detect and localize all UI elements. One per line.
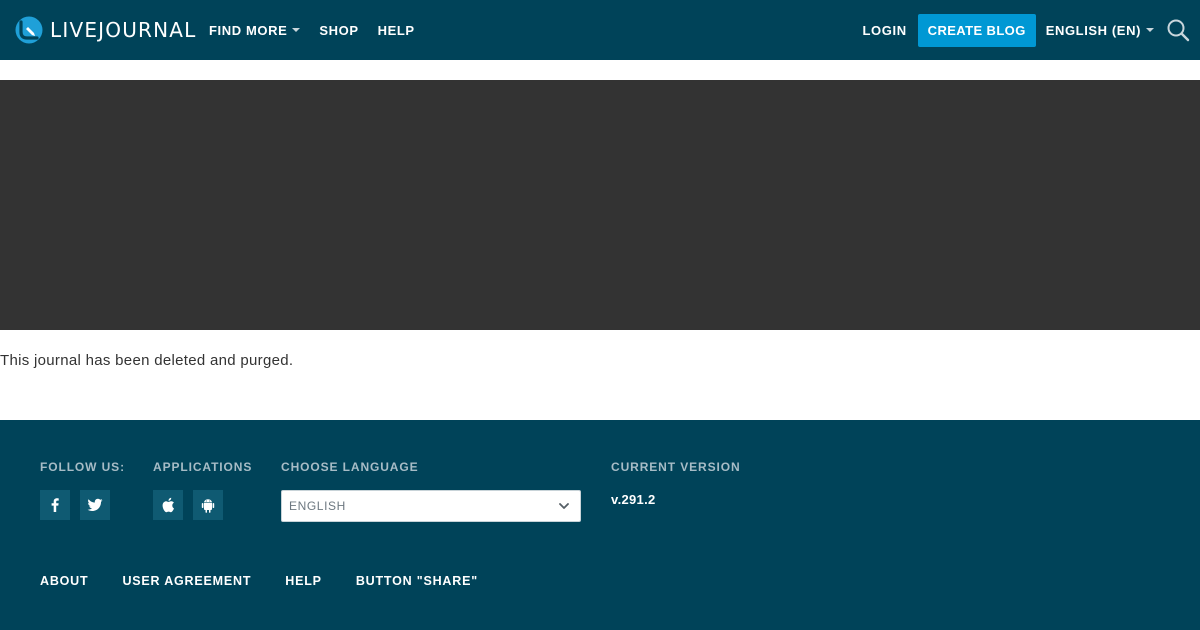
language-switcher-label: ENGLISH (EN)	[1045, 22, 1141, 38]
create-blog-button[interactable]: CREATE BLOG	[917, 13, 1036, 47]
footer-link-about[interactable]: ABOUT	[40, 574, 88, 588]
logo-text: LIVEJOURNAL	[50, 18, 197, 42]
nav-shop-label: SHOP	[319, 22, 359, 38]
facebook-icon	[51, 498, 59, 512]
top-header: LIVEJOURNAL FIND MORE SHOP HELP LOGIN CR…	[0, 0, 1200, 60]
apple-icon	[162, 497, 174, 513]
current-version-heading: CURRENT VERSION	[611, 460, 741, 474]
journal-banner	[0, 80, 1200, 330]
language-select-value: ENGLISH	[289, 499, 346, 513]
footer-links: ABOUT USER AGREEMENT HELP BUTTON "SHARE"	[40, 574, 512, 588]
livejournal-logo[interactable]: LIVEJOURNAL	[15, 15, 197, 45]
journal-status-message: This journal has been deleted and purged…	[0, 352, 294, 369]
livejournal-logo-icon	[15, 16, 43, 44]
footer-link-help[interactable]: HELP	[285, 574, 322, 588]
applications-heading: APPLICATIONS	[153, 460, 253, 474]
main-nav: FIND MORE SHOP HELP	[209, 0, 434, 60]
header-actions: LOGIN CREATE BLOG ENGLISH (EN)	[863, 0, 1200, 60]
ios-app-link[interactable]	[153, 490, 183, 520]
nav-help[interactable]: HELP	[378, 23, 415, 38]
android-app-link[interactable]	[193, 490, 223, 520]
footer-link-user-agreement[interactable]: USER AGREEMENT	[122, 574, 251, 588]
nav-help-label: HELP	[377, 22, 415, 38]
chevron-down-icon	[292, 28, 301, 32]
login-link[interactable]: LOGIN	[863, 23, 907, 38]
chevron-down-icon	[559, 503, 569, 509]
follow-us-heading: FOLLOW US:	[40, 460, 125, 474]
language-select[interactable]: ENGLISH	[281, 490, 581, 522]
choose-language-heading: CHOOSE LANGUAGE	[281, 460, 419, 474]
facebook-link[interactable]	[40, 490, 70, 520]
current-version-value: v.291.2	[611, 492, 656, 507]
language-switcher[interactable]: ENGLISH (EN)	[1046, 23, 1154, 38]
nav-shop[interactable]: SHOP	[319, 23, 358, 38]
twitter-link[interactable]	[80, 490, 110, 520]
twitter-icon	[87, 498, 103, 511]
android-icon	[201, 499, 215, 513]
chevron-down-icon	[1146, 28, 1154, 32]
nav-find-more[interactable]: FIND MORE	[209, 22, 301, 38]
site-footer: FOLLOW US: APPLICATIONS CHOOSE LANGUAGE …	[0, 420, 1200, 630]
nav-find-more-label: FIND MORE	[209, 22, 288, 38]
footer-link-share-button[interactable]: BUTTON "SHARE"	[356, 574, 478, 588]
search-icon[interactable]	[1166, 18, 1190, 42]
